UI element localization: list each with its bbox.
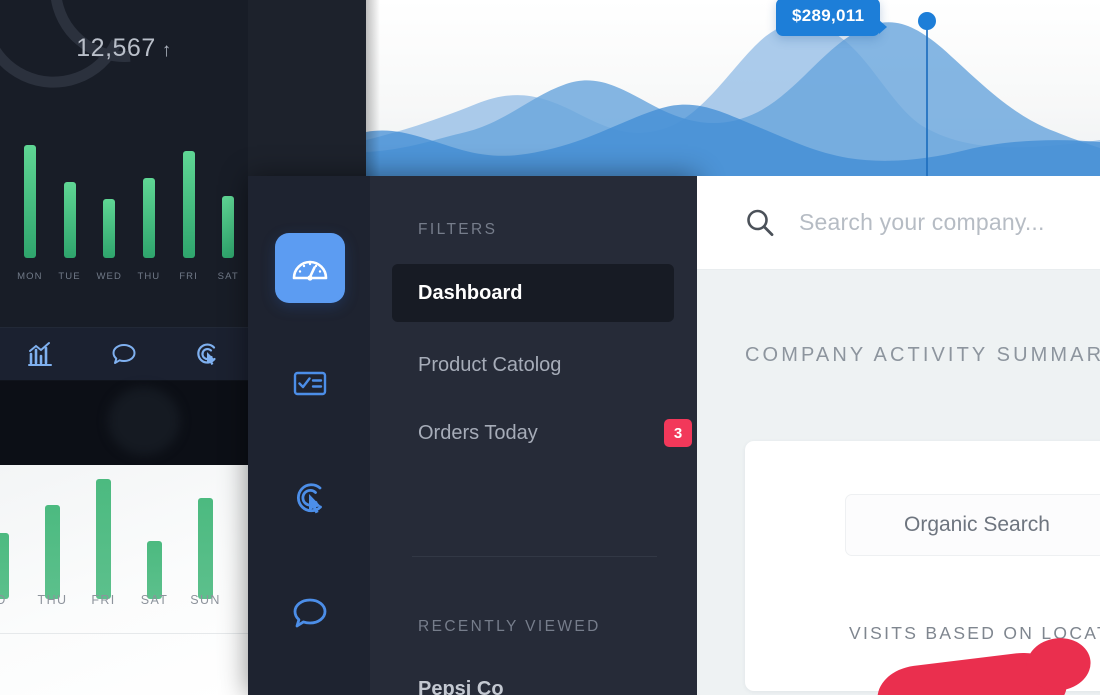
bar-label: D [0,593,7,607]
bar-column [169,145,209,258]
nav-list: FILTERS Dashboard Product Catolog Orders… [370,176,697,695]
dropdown-value: Organic Search [904,513,1050,536]
tasks-list-icon [293,371,327,396]
tab-chart[interactable] [0,341,83,367]
activity-card: Organic Search VISITS BASED ON LOCATION [745,441,1100,695]
mobile-bottom-band [0,381,248,465]
bar-label: THU [137,271,161,282]
divider [0,633,248,634]
bar-label: SAT [140,593,169,607]
page-title: COMPANY ACTIVITY SUMMARY [745,344,1100,366]
bar [182,150,195,258]
target-click-icon [196,343,216,365]
mobile-tab-bar[interactable] [0,327,248,381]
screenshot-stage: 12,567 ↑ MON TUE WED THU FRI SAT D THU F… [0,0,1100,695]
decorative-blob [108,387,180,455]
chat-icon [112,344,136,364]
bar [96,479,111,599]
nav-item-label: Orders Today [418,421,538,444]
value-tooltip: $289,011 [776,0,888,36]
dashboard-gauge-icon [292,260,328,281]
bar-label: SAT [217,271,239,282]
bar-label: FRI [179,271,198,282]
bar-label: MON [17,271,43,282]
status-badge: 3 [664,419,692,447]
panel-edge-shadow [366,0,380,176]
bar-label: TUE [58,271,81,282]
bar [23,145,36,258]
nav-item-dashboard[interactable]: Dashboard [392,264,674,322]
search-input-placeholder[interactable]: Search your company... [799,209,1045,236]
bar [0,533,9,599]
rail-item-target[interactable] [275,463,345,533]
kpi-value-row: 12,567 ↑ [0,34,248,63]
bar-column [50,145,90,258]
bar [147,541,162,599]
bar-column [180,479,231,599]
rail-item-tasks[interactable] [275,348,345,418]
filters-caption: FILTERS [418,221,498,238]
nav-divider [412,556,657,557]
mobile-light-chart-panel: D THU FRI SAT SUN [0,465,248,695]
bar [103,199,116,258]
bar-column [129,145,169,258]
bar-column [10,145,50,258]
bar-column [89,145,129,258]
icon-rail [248,176,370,695]
location-map-shape [874,647,1070,695]
bar [63,182,76,258]
bar [142,177,155,258]
bar-label: WED [96,271,122,282]
chart-icon [28,342,53,366]
hover-marker-dot[interactable] [918,12,936,30]
hover-marker-line [926,20,928,176]
app-content-panel: Search your company... COMPANY ACTIVITY … [697,176,1100,695]
bar-column [129,479,180,599]
bar-group [10,145,248,258]
area-chart-svg [366,21,1100,176]
weekly-bar-chart-dark: MON TUE WED THU FRI SAT [0,145,248,290]
nav-item-product-catolog[interactable]: Product Catolog [392,336,674,394]
bar-column [27,479,78,599]
nav-item-label: Product Catolog [418,353,562,376]
rail-item-dashboard[interactable] [275,233,345,303]
bar-label: SUN [190,593,221,607]
mobile-dark-dashboard-panel: 12,567 ↑ MON TUE WED THU FRI SAT [0,0,248,465]
search-bar[interactable]: Search your company... [697,176,1100,270]
kpi-value: 12,567 [76,34,156,62]
bar-group [0,479,248,599]
bar-column [78,479,129,599]
bar [198,498,213,599]
bar-column [208,145,248,258]
arrow-up-icon: ↑ [161,40,172,61]
bar-label: THU [37,593,68,607]
recently-viewed-caption: RECENTLY VIEWED [418,618,601,635]
tab-chat[interactable] [83,341,166,367]
nav-item-orders-today[interactable]: Orders Today 3 [392,404,692,462]
bar-column [0,479,27,599]
recent-item-pepsi-co[interactable]: Pepsi Co [418,678,504,695]
bar [222,195,235,258]
nav-item-label: Dashboard [418,281,523,304]
bar-axis-labels: MON TUE WED THU FRI SAT [10,271,248,282]
tab-target[interactable] [165,341,248,367]
bar [45,505,60,599]
rail-item-chat[interactable] [275,578,345,648]
target-click-icon [297,483,322,514]
search-icon [747,209,774,236]
bar-axis-labels: D THU FRI SAT SUN [0,593,248,607]
chat-icon [293,598,327,628]
bar-label: FRI [91,593,116,607]
revenue-area-chart-panel: $289,011 [366,0,1100,176]
source-dropdown[interactable]: Organic Search [845,494,1100,556]
navigation-panel: FILTERS Dashboard Product Catolog Orders… [248,176,697,695]
